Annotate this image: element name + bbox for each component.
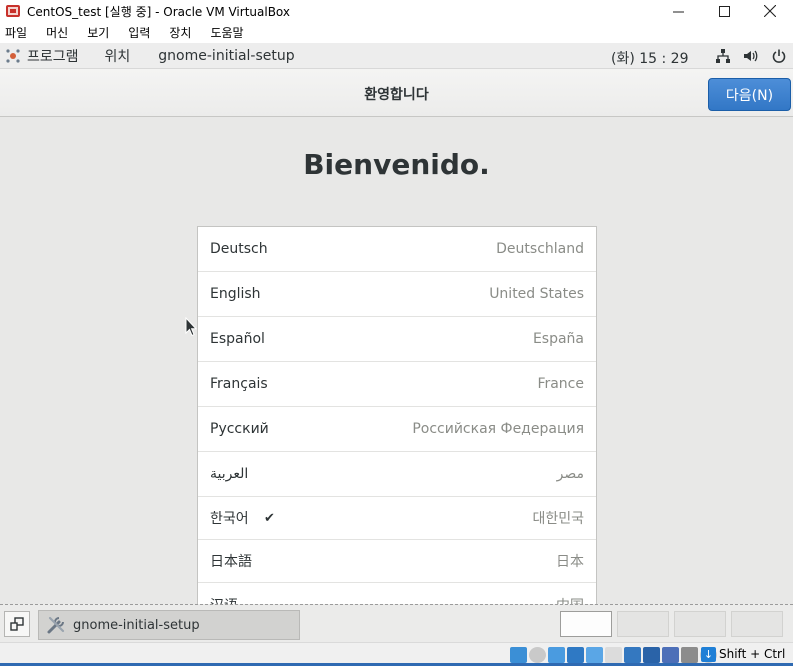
virtualbox-app-icon	[5, 3, 21, 19]
maximize-icon	[718, 5, 730, 17]
taskbar-window-button[interactable]: gnome-initial-setup	[38, 610, 300, 640]
language-name: العربية	[210, 466, 249, 482]
system-tray[interactable]	[709, 43, 793, 69]
taskbar-window-label: gnome-initial-setup	[73, 617, 200, 633]
menu-input[interactable]: 입력	[128, 24, 158, 41]
language-row-francais[interactable]: Français France	[198, 362, 596, 407]
vbox-menu-bar: 파일 머신 보기 입력 장치 도움말	[0, 22, 793, 43]
show-desktop-icon	[10, 617, 24, 631]
hard-disk-icon[interactable]	[510, 647, 527, 663]
network-adapter-icon[interactable]	[567, 647, 584, 663]
language-region: France	[537, 376, 584, 392]
language-region: Российская Федерация	[412, 421, 584, 437]
power-icon	[765, 43, 793, 69]
language-row-english[interactable]: English United States	[198, 272, 596, 317]
page-title: 환영합니다	[364, 87, 429, 103]
video-capture-icon[interactable]	[643, 647, 660, 663]
display-icon[interactable]	[624, 647, 641, 663]
checkmark-icon: ✔	[264, 510, 275, 526]
next-button[interactable]: 다음(N)	[708, 78, 791, 111]
language-row-deutsch[interactable]: Deutsch Deutschland	[198, 227, 596, 272]
workspace-1[interactable]	[560, 611, 612, 637]
places-menu[interactable]: 위치	[105, 46, 131, 66]
guest-display: 프로그램 위치 gnome-initial-setup (화) 15 : 29 …	[0, 43, 793, 605]
applications-label: 프로그램	[27, 48, 79, 65]
virtualization-icon[interactable]	[662, 647, 679, 663]
mouse-cursor-icon	[185, 317, 197, 337]
setup-header-bar: 환영합니다 다음(N)	[0, 69, 793, 117]
network-icon	[709, 43, 737, 69]
volume-icon	[737, 43, 765, 69]
language-name: 日本語	[210, 554, 252, 570]
host-key-label: Shift + Ctrl	[719, 647, 786, 661]
language-row-espanol[interactable]: Español España	[198, 317, 596, 362]
language-row-russian[interactable]: Русский Российская Федерация	[198, 407, 596, 452]
vbox-title-bar: CentOS_test [실행 중] - Oracle VM VirtualBo…	[0, 0, 793, 22]
language-region: مصر	[556, 466, 584, 482]
workspace-2[interactable]	[617, 611, 669, 637]
language-name: English	[210, 286, 261, 302]
shared-folders-icon[interactable]	[605, 647, 622, 663]
language-region: España	[532, 331, 584, 347]
gnome-top-bar: 프로그램 위치 gnome-initial-setup (화) 15 : 29	[0, 43, 793, 69]
cpu-indicator-icon[interactable]	[681, 647, 698, 663]
minimize-icon	[672, 11, 684, 12]
language-region: Deutschland	[496, 241, 584, 257]
maximize-button[interactable]	[701, 0, 747, 22]
usb-icon[interactable]	[586, 647, 603, 663]
language-row-japanese[interactable]: 日本語 日本	[198, 540, 596, 583]
host-key-icon: ↓	[701, 647, 716, 662]
show-desktop-button[interactable]	[4, 611, 30, 637]
workspace-4[interactable]	[731, 611, 783, 637]
applications-menu[interactable]: 프로그램	[5, 46, 79, 66]
window-title: CentOS_test [실행 중] - Oracle VM VirtualBo…	[27, 4, 291, 19]
language-name: Deutsch	[210, 241, 268, 257]
language-region: 日本	[556, 554, 584, 570]
gnome-bottom-panel: gnome-initial-setup	[0, 604, 793, 642]
menu-devices[interactable]: 장치	[169, 24, 199, 41]
menu-help[interactable]: 도움말	[210, 24, 251, 41]
language-row-chinese[interactable]: 汉语 中国	[198, 583, 596, 605]
vbox-device-indicators	[510, 647, 717, 663]
menu-machine[interactable]: 머신	[46, 24, 76, 41]
active-app-menu[interactable]: gnome-initial-setup	[158, 48, 294, 64]
minimize-button[interactable]	[655, 0, 701, 22]
menu-file[interactable]: 파일	[5, 24, 35, 41]
clock[interactable]: (화) 15 : 29	[611, 48, 689, 68]
language-name: 한국어	[210, 511, 249, 527]
close-button[interactable]	[747, 0, 793, 22]
language-row-korean[interactable]: 한국어 ✔ 대한민국	[198, 497, 596, 540]
language-name: Français	[210, 376, 268, 392]
language-row-arabic[interactable]: العربية مصر	[198, 452, 596, 497]
close-icon	[764, 5, 776, 17]
language-list[interactable]: Deutsch Deutschland English United State…	[197, 226, 597, 605]
menu-view[interactable]: 보기	[87, 24, 117, 41]
settings-tools-icon	[47, 616, 65, 634]
language-region: 대한민국	[532, 511, 584, 527]
workspace-3[interactable]	[674, 611, 726, 637]
audio-icon[interactable]	[548, 647, 565, 663]
gnome-foot-icon	[6, 48, 20, 63]
welcome-heading: Bienvenido.	[303, 148, 490, 181]
language-name: Español	[210, 331, 265, 347]
optical-drive-icon[interactable]	[529, 647, 546, 663]
language-region: United States	[489, 286, 584, 302]
language-name: Русский	[210, 421, 269, 437]
